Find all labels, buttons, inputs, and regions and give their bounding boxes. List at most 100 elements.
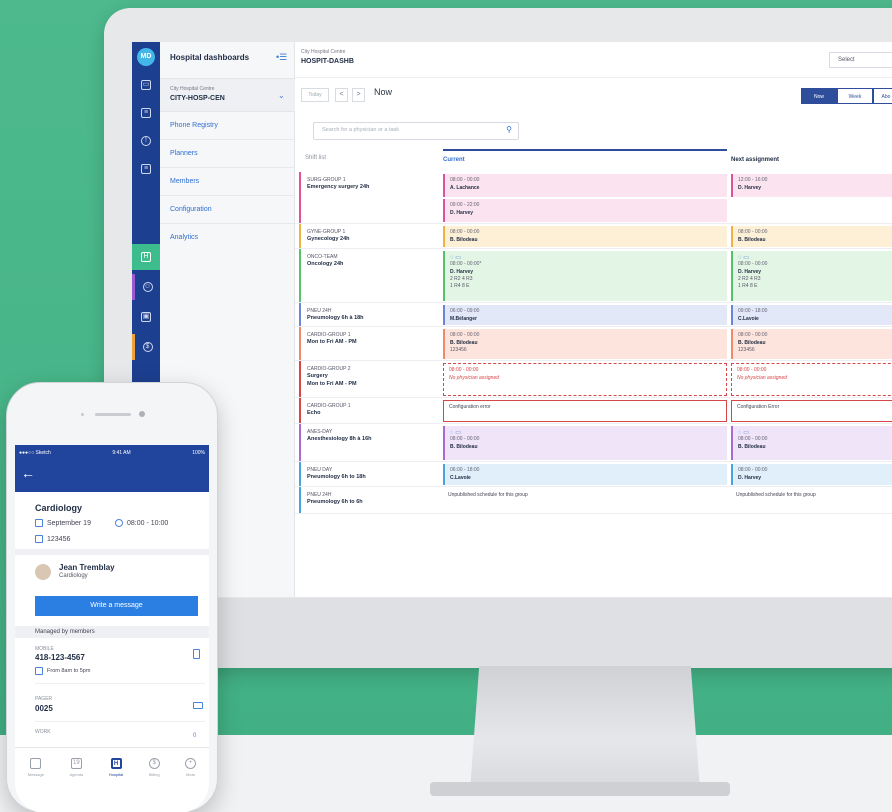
table-row[interactable]: GYNE-GROUP 1 Gynecology 24h 08:00 - 00:00 B… (295, 224, 892, 249)
next-assignment-cell[interactable]: 08:00 - 00:00 D. Harvey (731, 464, 892, 485)
physician-name: Configuration error (449, 404, 491, 410)
table-row[interactable]: CARDIO-GROUP 1 Echo Configuration error Con… (295, 398, 892, 424)
back-arrow-icon[interactable]: ← (21, 465, 35, 481)
sidebar-item-planners[interactable]: Planners (160, 140, 295, 168)
current-assignment-cell[interactable]: 06:00 - 09:00 M.Bélanger (443, 305, 727, 325)
top-bar: City Hospital Centre HOSPIT-DASHB Select (295, 42, 892, 78)
current-assignment-cell[interactable]: 08:00 - 00:00 A. Lachance (443, 174, 727, 197)
chat-icon[interactable]: ◌ ▭ (738, 429, 892, 436)
shift-time: 09:00 - 22:00 (450, 202, 480, 208)
column-header-next[interactable]: Next assignment (731, 149, 891, 169)
mobile-phone: ●●●○○ Sketch 9:41 AM 100% ← Cardiology S… (6, 382, 218, 812)
next-assignment-cell[interactable]: 08:00 - 00:00 B. Bilodeau 123456 (731, 329, 892, 359)
current-assignment-cell[interactable]: Configuration error (443, 400, 727, 422)
calendar-icon[interactable]: ▭ (132, 72, 160, 98)
divider (35, 721, 205, 722)
search-input[interactable]: Search for a physician or a task ⚲ (313, 122, 519, 140)
chat-icon[interactable]: ◌ ▭ (450, 429, 722, 436)
current-assignment-cell[interactable]: 08:00 - 00:00 No physician assigned (443, 363, 727, 396)
calendar-icon: 19 (70, 758, 82, 769)
current-assignment-cell[interactable]: 09:00 - 22:00 D. Harvey (443, 199, 727, 222)
next-assignment-cell[interactable]: 12:00 - 16:00 D. Harvey (731, 174, 892, 197)
physician-name: M.Bélanger (450, 316, 477, 322)
sidebar-item-members[interactable]: Members (160, 168, 295, 196)
tab-hospital[interactable]: H Hospital (109, 758, 123, 777)
app-logo[interactable]: MD (137, 48, 155, 66)
view-week-button[interactable]: Week (837, 88, 873, 104)
physician-name: Configuration Error (737, 404, 780, 410)
today-button[interactable]: Today (301, 88, 329, 102)
group-code: ONCO-TEAM (307, 254, 338, 260)
tab-agenda[interactable]: 19 Agenda (69, 758, 83, 777)
billing-icon[interactable]: $ (132, 334, 160, 360)
next-assignment-cell[interactable]: 08:00 - 00:00 No physician assigned (731, 363, 892, 396)
work-label: WORK (35, 729, 51, 735)
group-color-bar (299, 303, 301, 326)
current-assignment-cell[interactable]: ◌ ▭ 08:00 - 00:00* D. Harvey 2 R2 4 R3 1 R4 … (443, 251, 727, 301)
pager-icon[interactable] (193, 702, 203, 709)
document-icon[interactable]: ≡ (132, 156, 160, 182)
group-description: Pneumology 6h to 6h (307, 499, 363, 505)
table-row[interactable]: ONCO-TEAM Oncology 24h ◌ ▭ 08:00 - 00:00* D.… (295, 249, 892, 303)
sidebar-item-phone-registry[interactable]: Phone Registry (160, 112, 295, 140)
previous-button[interactable]: < (335, 88, 348, 102)
pager-number[interactable]: 0025 (35, 704, 53, 713)
time-text: 08:00 - 10:00 (127, 519, 169, 527)
search-icon[interactable]: ⚲ (506, 125, 512, 134)
next-assignment-cell[interactable]: Configuration Error (731, 400, 892, 422)
message-icon[interactable]: ≡ (132, 100, 160, 126)
current-assignment-cell[interactable]: 08:00 - 00:00 B. Bilodeau 123456 (443, 329, 727, 359)
mobile-hours: From 8am to 5pm (35, 667, 90, 675)
group-description: Anesthesiology 8h à 16h (307, 436, 372, 442)
table-row[interactable]: CARDIO-GROUP 2 Surgery Mon to Fri AM - PM 0… (295, 361, 892, 398)
collapse-menu-icon[interactable]: •☰ (276, 52, 287, 63)
table-row[interactable]: ANES-DAY Anesthesiology 8h à 16h ◌ ▭ 08:00 … (295, 424, 892, 462)
note-icon (35, 667, 43, 675)
current-assignment-cell[interactable]: 06:00 - 18:00 C.Lavoie (443, 464, 727, 485)
view-about-button[interactable]: Abo (873, 88, 892, 104)
contact-name: Jean Tremblay (59, 563, 115, 572)
table-row[interactable]: PNEU 24H Pneumology 6h à 18h 06:00 - 09:00… (295, 303, 892, 327)
write-message-button[interactable]: Write a message (35, 596, 198, 616)
chat-icon[interactable]: ◌ ▭ (450, 254, 722, 261)
select-dropdown[interactable]: Select (829, 52, 892, 68)
physician-name: B. Bilodeau (450, 444, 478, 450)
alert-icon[interactable]: ! (132, 128, 160, 154)
note-icon (35, 535, 43, 543)
shift-time: 12:00 - 16:00 (738, 177, 768, 183)
tab-message[interactable]: Message (28, 758, 44, 777)
mobile-screen: ●●●○○ Sketch 9:41 AM 100% ← Cardiology S… (15, 445, 209, 812)
table-row[interactable]: CARDIO-GROUP 1 Mon to Fri AM - PM 08:00 - … (295, 327, 892, 361)
mobile-number[interactable]: 418-123-4567 (35, 653, 85, 662)
next-assignment-cell[interactable]: ◌ ▭ 08:00 - 00:00 D. Harvey 2 R2 4 R3 1 R4 8… (731, 251, 892, 301)
tab-billing[interactable]: $ Billing (148, 758, 160, 777)
current-assignment-cell[interactable]: 08:00 - 00:00 B. Bilodeau (443, 226, 727, 247)
chat-icon[interactable]: ◌ ▭ (738, 254, 892, 261)
sidebar-item-configuration[interactable]: Configuration (160, 196, 295, 224)
clock-icon (115, 519, 123, 527)
current-assignment-cell[interactable]: ◌ ▭ 08:00 - 00:00 B. Bilodeau (443, 426, 727, 460)
next-assignment-cell[interactable]: 08:00 - 00:00 B. Bilodeau (731, 226, 892, 247)
table-row[interactable]: PNEU DAY Pneumology 6h to 18h 06:00 - 18:0… (295, 462, 892, 487)
team-icon[interactable]: ☺ (132, 274, 160, 300)
table-row[interactable]: SURG-GROUP 1 Emergency surgery 24h 08:00 -… (295, 172, 892, 224)
hospital-icon[interactable]: H (132, 244, 160, 270)
next-assignment-cell[interactable]: Unpublished schedule for this group (731, 489, 892, 512)
work-value[interactable]: 0 (193, 733, 196, 739)
column-header-current[interactable]: Current (443, 149, 727, 169)
contact-card-icon[interactable]: ▣ (132, 304, 160, 330)
shift-time: 08:00 - 10:00 (115, 519, 168, 527)
next-button[interactable]: > (352, 88, 365, 102)
tab-more[interactable]: + More (185, 758, 197, 777)
organization-selector[interactable]: City Hospital Centre CITY-HOSP-CEN ⌄ (160, 78, 295, 112)
current-assignment-cell[interactable]: Unpublished schedule for this group (443, 489, 727, 512)
shift-time: 08:00 - 00:00 (450, 177, 480, 183)
next-assignment-cell[interactable]: ◌ ▭ 08:00 - 00:00 B. Bilodeau (731, 426, 892, 460)
table-row[interactable]: PNEU 24H Pneumology 6h to 6h Unpublished s… (295, 487, 892, 514)
view-now-button[interactable]: Now (801, 88, 837, 104)
physician-name: D. Harvey (738, 269, 762, 275)
sidebar-item-analytics[interactable]: Analytics (160, 224, 295, 252)
group-color-bar (299, 398, 301, 423)
next-assignment-cell[interactable]: 09:00 - 18:00 C.Lavoie (731, 305, 892, 325)
phone-icon[interactable] (193, 649, 200, 659)
